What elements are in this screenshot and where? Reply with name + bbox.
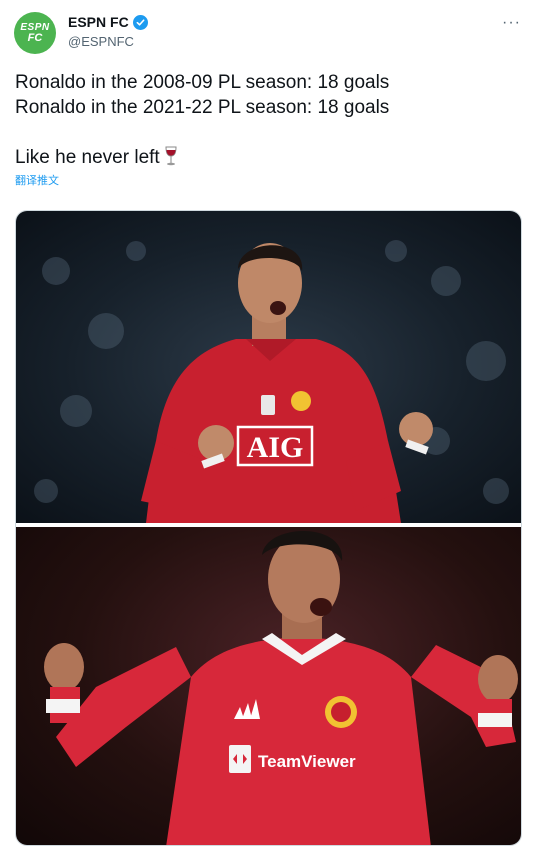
photo-ronaldo-2008[interactable]: AIG bbox=[16, 211, 521, 523]
verified-badge-icon bbox=[132, 14, 148, 30]
translate-tweet-link[interactable]: 翻译推文 bbox=[15, 172, 59, 188]
more-horizontal-icon[interactable]: ··· bbox=[502, 14, 521, 32]
tweet-media[interactable]: AIG TeamViewer bbox=[15, 210, 522, 846]
teamviewer-sponsor-logo: TeamViewer bbox=[258, 752, 356, 771]
photo-ronaldo-2021[interactable]: TeamViewer bbox=[16, 527, 521, 845]
display-name[interactable]: ESPN FC bbox=[68, 14, 129, 30]
tweet-line-2: Ronaldo in the 2021-22 PL season: 18 goa… bbox=[15, 97, 390, 118]
tweet-line-1: Ronaldo in the 2008-09 PL season: 18 goa… bbox=[15, 72, 390, 93]
wine-glass-icon bbox=[164, 146, 178, 173]
author-name-row[interactable]: ESPN FC bbox=[68, 14, 148, 30]
avatar[interactable]: ESPN FC bbox=[14, 12, 56, 54]
author-handle[interactable]: @ESPNFC bbox=[68, 34, 134, 49]
avatar-logo-line2: FC bbox=[27, 32, 43, 44]
tweet-line-3: Like he never left bbox=[15, 145, 520, 173]
tweet-line-3-text: Like he never left bbox=[15, 147, 160, 168]
aig-sponsor-logo: AIG bbox=[247, 431, 304, 464]
tweet-text: Ronaldo in the 2008-09 PL season: 18 goa… bbox=[15, 70, 520, 173]
